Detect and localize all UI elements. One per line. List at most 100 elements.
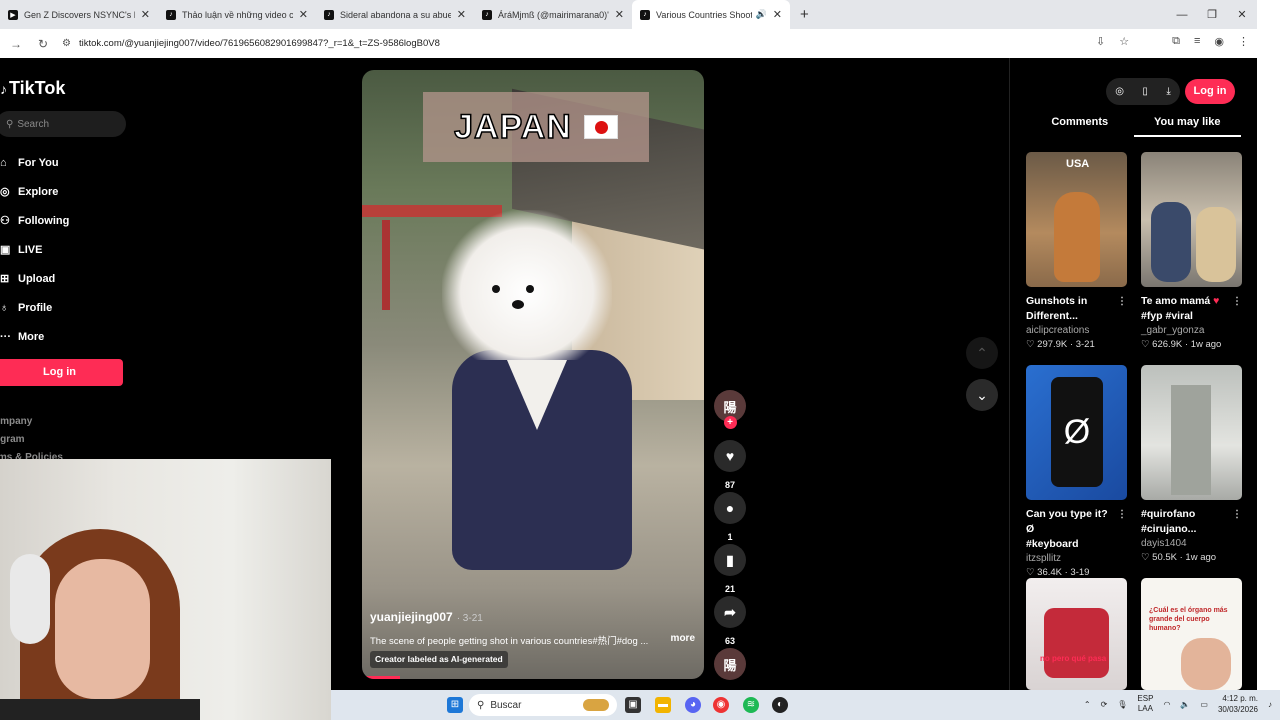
more-options-icon[interactable]: ⋮ — [1232, 294, 1242, 309]
battery-icon[interactable]: ▭ — [1200, 700, 1208, 709]
video-card[interactable]: Te amo mamá ♥ ⋮ #fyp #viral _gabr_ygonza … — [1141, 152, 1242, 350]
minimize-icon[interactable]: — — [1167, 9, 1197, 21]
windows-start-icon[interactable]: ⊞ — [447, 697, 463, 713]
close-window-icon[interactable]: ✕ — [1227, 8, 1257, 21]
video-card[interactable]: no pero qué pasa — [1026, 578, 1127, 690]
menu-dots-icon[interactable]: ⋮ — [1238, 35, 1249, 48]
tab-you-may-like[interactable]: You may like — [1133, 116, 1241, 137]
clock[interactable]: 4:12 p. m. 30/03/2026 — [1218, 693, 1258, 715]
chevron-up-icon[interactable]: ⌃ — [1084, 700, 1091, 709]
sidebar-item-upload[interactable]: ⊞ Upload — [0, 264, 69, 293]
close-tab-icon[interactable]: ✕ — [141, 8, 150, 21]
browser-tab[interactable]: ▶ Gen Z Discovers NSYNC's Bye B ✕ — [0, 0, 158, 29]
save-button[interactable]: ▮ 21 — [714, 544, 746, 594]
maximize-icon[interactable]: ❐ — [1197, 8, 1227, 21]
new-tab-icon[interactable]: + — [800, 6, 809, 23]
taskbar-search[interactable]: ⚲ Buscar — [469, 694, 617, 716]
coin-icon[interactable]: ◎ — [1115, 86, 1124, 97]
language-indicator[interactable]: ESP LAA — [1137, 694, 1153, 714]
profile-icon[interactable]: ◉ — [1214, 35, 1224, 48]
card-user[interactable]: _gabr_ygonza — [1141, 325, 1242, 336]
wifi-icon[interactable]: ◠ — [1163, 700, 1170, 709]
chrome-icon[interactable]: ◉ — [713, 697, 729, 713]
video-card[interactable]: Ø Can you type it? Ø ⋮ #keyboard itzsplli… — [1026, 365, 1127, 578]
author-name[interactable]: yuanjiejing007 — [370, 610, 453, 624]
site-info-icon[interactable]: ⚙ — [62, 38, 71, 49]
device-icon[interactable]: ▯ — [1142, 86, 1148, 97]
more-options-icon[interactable]: ⋮ — [1117, 294, 1127, 309]
forward-icon[interactable]: → — [10, 37, 28, 51]
browser-tab[interactable]: ♪ Thảo luận về những video com ✕ — [158, 0, 316, 29]
more-options-icon[interactable]: ⋮ — [1117, 507, 1127, 537]
microphone-icon[interactable]: 🎙 — [1117, 700, 1127, 709]
video-thumbnail[interactable]: USA — [1026, 152, 1127, 287]
more-options-icon[interactable]: ⋮ — [1232, 507, 1242, 522]
install-icon[interactable]: ⇩ — [1096, 35, 1105, 48]
sidebar-item-following[interactable]: ⚇ Following — [0, 206, 69, 235]
video-thumbnail[interactable]: Ø — [1026, 365, 1127, 500]
extensions-icon[interactable]: ⧉ — [1172, 35, 1180, 48]
close-tab-icon[interactable]: ✕ — [299, 8, 308, 21]
sidebar-item-for-you[interactable]: ⌂ For You — [0, 148, 69, 177]
video-card[interactable]: USA Gunshots in ⋮ Different... aiclipcrea… — [1026, 152, 1127, 350]
url-text: tiktok.com/@yuanjiejing007/video/7619656… — [78, 38, 440, 49]
description-text: The scene of people getting shot in vari… — [370, 636, 649, 647]
footer-link[interactable]: ogram — [0, 431, 63, 449]
close-tab-icon[interactable]: ✕ — [615, 8, 624, 21]
close-tab-icon[interactable]: ✕ — [773, 8, 782, 21]
card-user[interactable]: aiclipcreations — [1026, 325, 1127, 336]
task-view-icon[interactable]: ▣ — [625, 697, 641, 713]
author-avatar-button[interactable]: 陽 + — [714, 390, 746, 429]
more-link[interactable]: more — [671, 633, 695, 647]
sidebar-item-live[interactable]: ▣ LIVE — [0, 235, 69, 264]
video-thumbnail[interactable] — [1141, 152, 1242, 287]
app-icon[interactable]: ◐ — [772, 697, 788, 713]
previous-video-button[interactable]: ⌃ — [966, 337, 998, 369]
file-explorer-icon[interactable]: ▬ — [655, 697, 671, 713]
browser-tab-active[interactable]: ♪ Various Countries Shooting 🔊 ✕ — [632, 0, 790, 29]
video-card[interactable]: #quirofano ⋮ #cirujano... dayis1404 ♡ 50.… — [1141, 365, 1242, 563]
music-disc-button[interactable]: 陽 — [714, 648, 746, 680]
sidebar-item-profile[interactable]: ♁ Profile — [0, 293, 69, 322]
video-card[interactable]: ¿Cuál es el órgano más grande del cuerpo… — [1141, 578, 1242, 690]
video-author[interactable]: yuanjiejing007 · 3-21 — [370, 610, 483, 624]
streamer-shirt — [0, 699, 200, 720]
next-video-button[interactable]: ⌄ — [966, 379, 998, 411]
login-button-top[interactable]: Log in — [1185, 79, 1235, 104]
comment-button[interactable]: ● 1 — [714, 492, 746, 542]
notification-bell-icon[interactable]: ♪ — [1268, 700, 1272, 709]
bookmark-star-icon[interactable]: ☆ — [1119, 35, 1129, 48]
close-tab-icon[interactable]: ✕ — [457, 8, 466, 21]
tab-comments[interactable]: Comments — [1026, 116, 1134, 137]
windows-taskbar: ⊞ ⚲ Buscar ▣ ▬ ◕ ◉ ≋ ◐ ⌃ ⟳ 🎙 ESP LAA ◠ 🔈 ▭… — [331, 690, 1280, 720]
speaker-icon[interactable]: 🔊 — [756, 9, 767, 20]
browser-tab[interactable]: ♪ Sideral abandona a su abuela e ✕ — [316, 0, 474, 29]
reload-icon[interactable]: ↻ — [38, 37, 56, 51]
app-tray-icon[interactable]: ⟳ — [1101, 700, 1108, 709]
video-progress-bar[interactable] — [362, 676, 400, 679]
browser-tab[interactable]: ♪ ÁráMjmß (@mairimarana0)'s vi ✕ — [474, 0, 632, 29]
spotify-icon[interactable]: ≋ — [743, 697, 759, 713]
login-button[interactable]: Log in — [0, 359, 123, 386]
download-icon[interactable]: ⤓ — [1166, 86, 1170, 97]
tiktok-logo[interactable]: ♪ TikTok — [0, 78, 65, 99]
taskbar-search-text: Buscar — [490, 699, 522, 711]
sidebar-item-explore[interactable]: ◎ Explore — [0, 177, 69, 206]
card-user[interactable]: dayis1404 — [1141, 538, 1242, 549]
footer-link[interactable]: ompany — [0, 413, 63, 431]
follow-plus-icon[interactable]: + — [723, 416, 737, 429]
volume-icon[interactable]: 🔈 — [1180, 700, 1190, 709]
card-user[interactable]: itzspllitz — [1026, 553, 1127, 564]
media-icon[interactable]: ≡ — [1194, 35, 1200, 48]
video-thumbnail[interactable]: ¿Cuál es el órgano más grande del cuerpo… — [1141, 578, 1242, 690]
video-thumbnail[interactable] — [1141, 365, 1242, 500]
chevron-up-icon: ⌃ — [976, 344, 988, 361]
sidebar-item-more[interactable]: ··· More — [0, 322, 69, 351]
url-field[interactable]: ⚙ tiktok.com/@yuanjiejing007/video/76196… — [56, 32, 1086, 55]
share-button[interactable]: ➦ 63 — [714, 596, 746, 646]
video-thumbnail[interactable]: no pero qué pasa — [1026, 578, 1127, 690]
search-input[interactable]: ⚲ Search — [0, 111, 126, 137]
discord-icon[interactable]: ◕ — [685, 697, 701, 713]
like-button[interactable]: ♥ 87 — [714, 440, 746, 490]
video-player[interactable]: JAPAN yuanjiejing007 · 3-21 The scene of … — [362, 70, 704, 679]
